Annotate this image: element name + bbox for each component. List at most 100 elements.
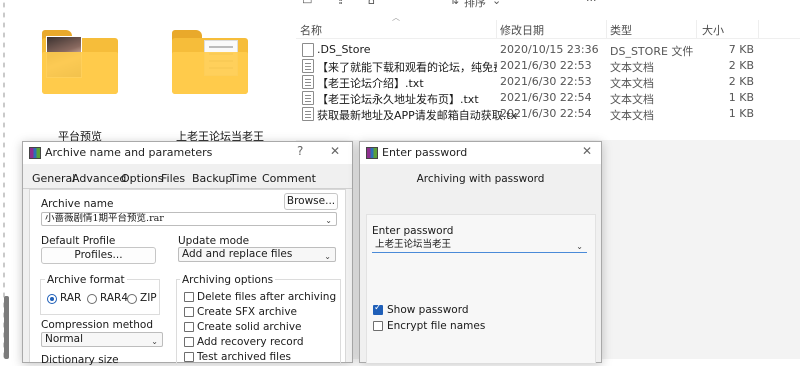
tab-comment[interactable]: Comment	[262, 172, 316, 185]
scrollbar-thumb[interactable]	[4, 296, 9, 359]
file-date: 2021/6/30 22:54	[500, 107, 592, 120]
file-size: 2 KB	[728, 59, 754, 72]
chevron-down-icon[interactable]: ⌄	[492, 0, 502, 7]
file-row[interactable]: .DS_Store 2020/10/15 23:36 DS_STORE 文件 7…	[296, 42, 800, 58]
file-type: 文本文档	[610, 77, 654, 90]
tab-files[interactable]: Files	[161, 172, 185, 185]
chevron-down-icon[interactable]: ⌄	[325, 215, 332, 225]
test-archived-label[interactable]: Test archived files	[197, 351, 291, 363]
text-file-icon	[302, 107, 314, 121]
file-size: 7 KB	[728, 43, 754, 56]
close-button[interactable]: ✕	[330, 144, 340, 158]
format-rar-label[interactable]: RAR	[60, 292, 81, 304]
share-icon[interactable]: ⇪	[336, 0, 346, 7]
create-sfx-label[interactable]: Create SFX archive	[197, 306, 297, 318]
tab-general[interactable]: General	[32, 172, 75, 185]
password-value: 上老王论坛当老王	[375, 239, 452, 250]
column-size[interactable]: 大小	[702, 22, 724, 38]
general-tab-panel: Archive name Browse... 小蔷薇剧情1期平台预览.rar ⌄…	[29, 189, 346, 366]
help-button[interactable]: ?	[297, 144, 303, 158]
folder-laowang[interactable]	[172, 30, 248, 94]
file-date: 2021/6/30 22:53	[500, 59, 592, 72]
compression-method-label: Compression method	[41, 319, 154, 331]
tab-options[interactable]: Options	[121, 172, 163, 185]
password-panel: Enter password 上老王论坛当老王 ⌄ Show password …	[366, 214, 596, 363]
show-password-checkbox[interactable]	[373, 303, 383, 315]
archive-name-value: 小蔷薇剧情1期平台预览.rar	[45, 213, 164, 224]
column-type[interactable]: 类型	[610, 22, 632, 38]
file-row[interactable]: 获取最新地址及APP请发邮箱自动获取.txt 2021/6/30 22:54 文…	[296, 106, 800, 122]
file-type: 文本文档	[610, 93, 654, 106]
archive-name-label: Archive name	[41, 198, 114, 210]
enter-password-label: Enter password	[372, 225, 454, 237]
file-icon	[302, 43, 314, 57]
update-mode-select[interactable]: Add and replace files ⌄	[178, 247, 336, 262]
dialog-titlebar[interactable]: Enter password ✕	[360, 142, 601, 164]
winrar-icon	[366, 147, 378, 159]
tab-time[interactable]: Time	[230, 172, 257, 185]
format-zip-label[interactable]: ZIP	[140, 292, 157, 304]
dialog-titlebar[interactable]: Archive name and parameters ? ✕	[23, 142, 352, 164]
text-file-icon	[302, 75, 314, 89]
enter-password-dialog: Enter password ✕ Archiving with password…	[359, 141, 602, 363]
delete-icon[interactable]: ⌂	[368, 0, 378, 7]
add-recovery-checkbox[interactable]	[184, 337, 194, 347]
password-input[interactable]: 上老王论坛当老王 ⌄	[372, 238, 587, 253]
dialog-title: Archive name and parameters	[45, 146, 213, 159]
file-type: DS_STORE 文件	[610, 45, 694, 58]
file-list-pane: ▭ ⇪ ⌂ ⇅ 排序 ⌄ ··· ︿ 名称 修改日期 类型 大小 .DS_Sto…	[296, 0, 800, 140]
default-profile-label: Default Profile	[41, 235, 116, 247]
sort-button[interactable]: 排序	[464, 0, 494, 9]
file-name: 【老王论坛永久地址发布页】.txt	[317, 93, 479, 106]
file-row[interactable]: 【老王论坛永久地址发布页】.txt 2021/6/30 22:54 文本文档 1…	[296, 90, 800, 106]
archive-parameters-dialog: Archive name and parameters ? ✕ General …	[22, 141, 353, 366]
file-size: 2 KB	[728, 75, 754, 88]
folder-platform-preview[interactable]	[42, 30, 118, 94]
encrypt-file-names-label[interactable]: Encrypt file names	[387, 320, 485, 332]
delete-files-label[interactable]: Delete files after archiving	[197, 291, 336, 303]
file-name: 【老王论坛介绍】.txt	[317, 77, 424, 90]
add-recovery-label[interactable]: Add recovery record	[197, 336, 304, 348]
column-date[interactable]: 修改日期	[500, 22, 544, 38]
format-rar4-label[interactable]: RAR4	[100, 292, 128, 304]
archive-name-input[interactable]: 小蔷薇剧情1期平台预览.rar ⌄	[41, 212, 337, 226]
more-icon[interactable]: ···	[586, 0, 600, 7]
test-archived-checkbox[interactable]	[184, 352, 194, 362]
encrypt-file-names-checkbox[interactable]	[373, 321, 383, 331]
file-date: 2021/6/30 22:54	[500, 91, 592, 104]
compression-method-select[interactable]: Normal ⌄	[41, 332, 163, 347]
format-rar4-radio[interactable]	[87, 294, 97, 304]
tab-advanced[interactable]: Advanced	[72, 172, 126, 185]
file-row[interactable]: 【老王论坛介绍】.txt 2021/6/30 22:53 文本文档 2 KB	[296, 74, 800, 90]
archive-format-label: Archive format	[45, 274, 127, 286]
chevron-down-icon[interactable]: ⌄	[576, 240, 583, 252]
create-sfx-checkbox[interactable]	[184, 307, 194, 317]
browse-button[interactable]: Browse...	[284, 193, 338, 210]
file-name: 获取最新地址及APP请发邮箱自动获取.txt	[317, 109, 517, 122]
sort-icon[interactable]: ⇅	[450, 0, 460, 7]
text-file-icon	[302, 91, 314, 105]
chevron-down-icon[interactable]: ⌄	[151, 335, 158, 346]
create-solid-checkbox[interactable]	[184, 322, 194, 332]
show-password-label[interactable]: Show password	[387, 304, 469, 316]
file-date: 2020/10/15 23:36	[500, 43, 599, 56]
close-button[interactable]: ✕	[582, 144, 592, 158]
text-file-icon	[302, 59, 314, 73]
tab-backup[interactable]: Backup	[192, 172, 232, 185]
file-row[interactable]: 【来了就能下载和观看的论坛，纯免费！… 2021/6/30 22:53 文本文档…	[296, 58, 800, 74]
dictionary-size-label: Dictionary size	[41, 354, 119, 366]
dialog-title: Enter password	[382, 146, 468, 159]
file-name: .DS_Store	[317, 43, 371, 56]
profiles-button[interactable]: Profiles...	[41, 247, 156, 264]
create-solid-label[interactable]: Create solid archive	[197, 321, 302, 333]
update-mode-value: Add and replace files	[182, 248, 293, 260]
format-rar-radio[interactable]	[47, 294, 57, 304]
update-mode-label: Update mode	[178, 235, 250, 247]
format-zip-radio[interactable]	[127, 294, 137, 304]
chevron-down-icon[interactable]: ⌄	[324, 250, 331, 261]
file-type: 文本文档	[610, 109, 654, 122]
delete-files-checkbox[interactable]	[184, 292, 194, 302]
copy-icon[interactable]: ▭	[302, 0, 312, 7]
file-type: 文本文档	[610, 61, 654, 74]
column-name[interactable]: 名称	[300, 22, 322, 38]
